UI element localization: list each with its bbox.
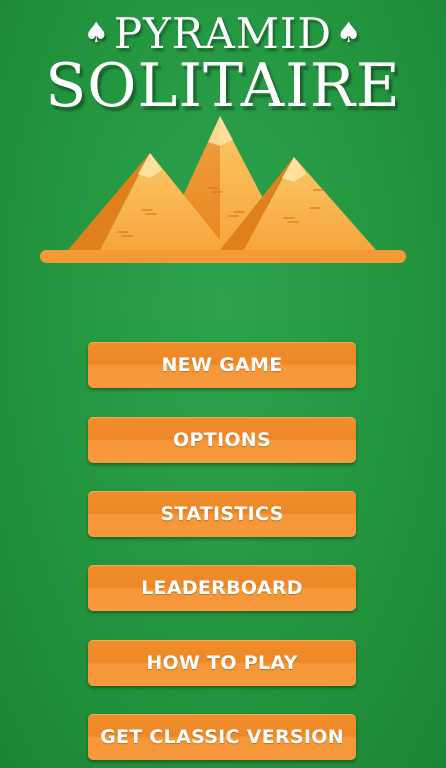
how-to-play-button[interactable]: HOW TO PLAY	[88, 640, 356, 686]
title-line2: SOLITAIRE	[45, 51, 401, 121]
get-classic-version-button[interactable]: GET CLASSIC VERSION	[88, 714, 356, 760]
pyramids-logo	[40, 116, 406, 263]
spade-icon: ♠	[83, 16, 110, 49]
statistics-button[interactable]: STATISTICS	[88, 491, 356, 537]
options-button[interactable]: OPTIONS	[88, 417, 356, 463]
ground-bar	[40, 250, 406, 263]
spade-icon: ♠	[336, 16, 363, 49]
new-game-button[interactable]: NEW GAME	[88, 342, 356, 388]
main-menu-screen: ♠PYRAMID ♠ SOLITAIRE NEW GAME OPTIONS ST…	[0, 0, 446, 768]
leaderboard-button[interactable]: LEADERBOARD	[88, 565, 356, 611]
